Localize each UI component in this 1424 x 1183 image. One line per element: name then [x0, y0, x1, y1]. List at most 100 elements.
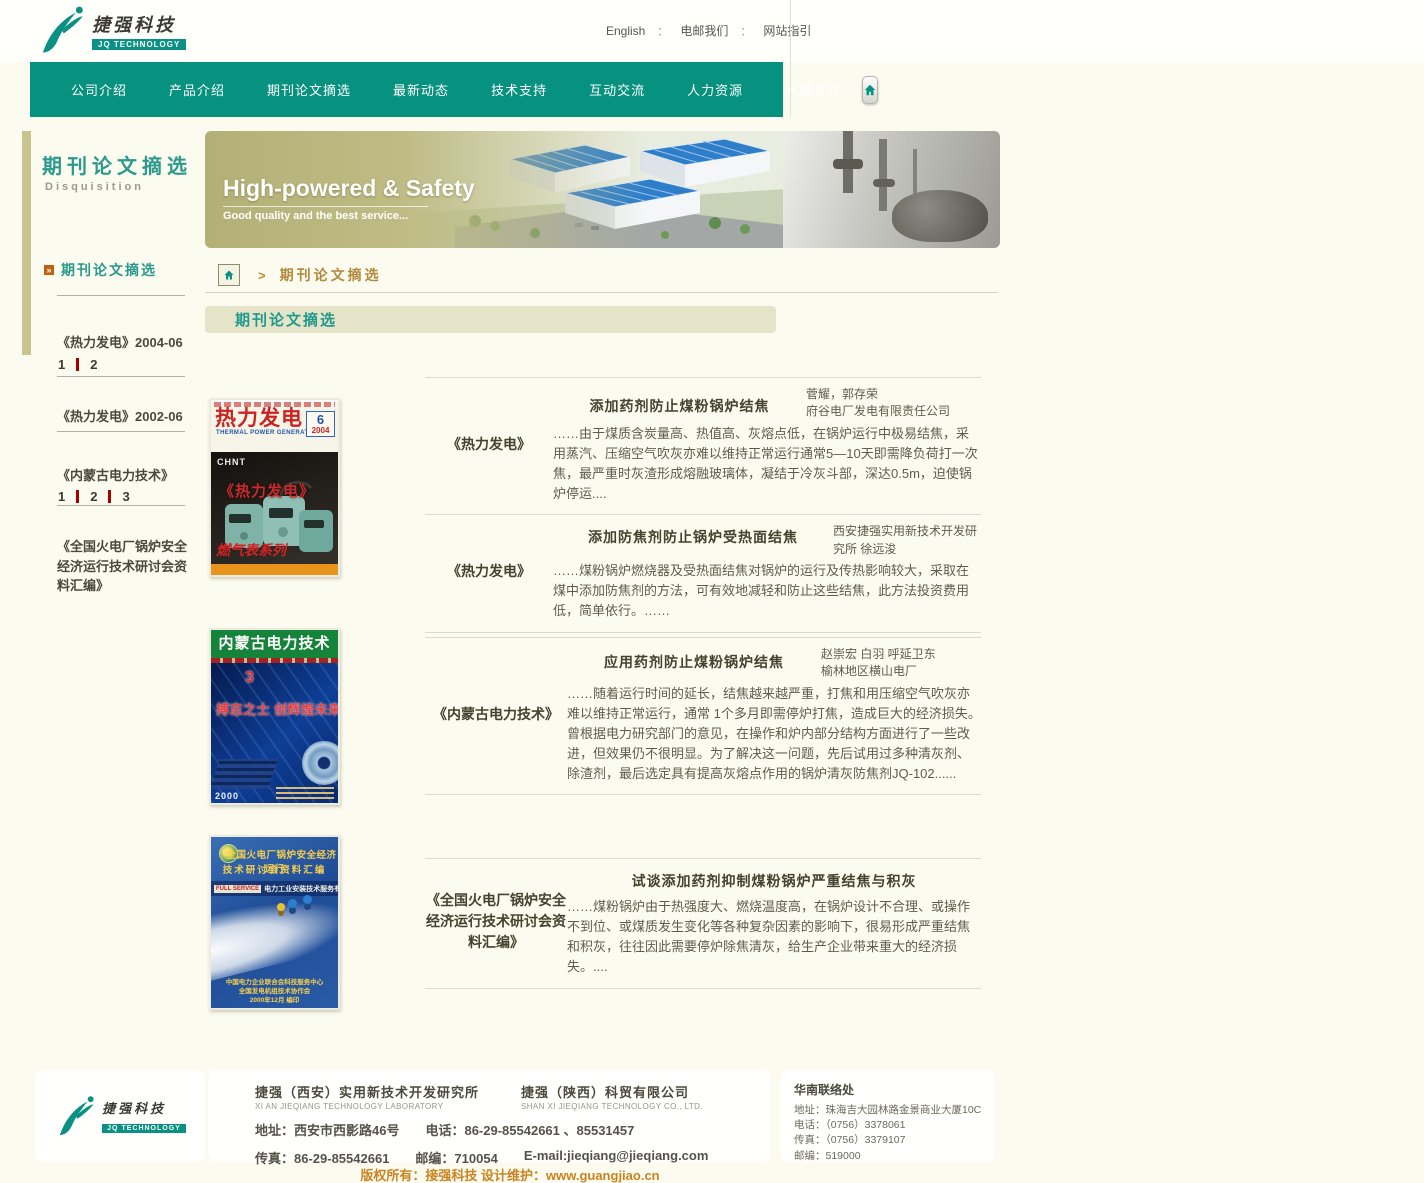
nav-item-news[interactable]: 最新动态	[372, 80, 470, 99]
cover-footer-line: 2000年12月 编印	[211, 994, 338, 1004]
designer-site-link[interactable]: www.guangjiao.cn	[546, 1168, 660, 1183]
nav-item-journal-digest[interactable]: 期刊论文摘选	[246, 80, 372, 99]
banner-text: High-powered & Safety Good quality and t…	[223, 175, 475, 222]
article-row: 《内蒙古电力技术》 应用药剂防止煤粉锅炉结焦 赵崇宏 白羽 呼延卫东 榆林地区横…	[425, 637, 981, 795]
top-links: English ： 电邮我们 ： 网站指引	[606, 22, 811, 39]
nav-item-company-intro[interactable]: 公司介绍	[50, 80, 148, 99]
author-line: 菅耀，郭存荣	[806, 386, 981, 403]
hero-banner: High-powered & Safety Good quality and t…	[205, 131, 1000, 248]
article-title: 添加药剂防止煤粉锅炉结焦	[553, 384, 806, 416]
page-link-2[interactable]: 2	[90, 357, 97, 372]
sidebar-divider	[57, 376, 185, 377]
footer-org2: 捷强（陕西）科贸有限公司 SHAN XI JIEQIANG TECHNOLOGY…	[521, 1082, 703, 1111]
org-name-cn: 捷强（陕西）科贸有限公司	[521, 1082, 703, 1101]
sidebar-title: 期刊论文摘选	[42, 150, 192, 179]
page: 捷强科技 JQ TECHNOLOGY English ： 电邮我们 ： 网站指引…	[0, 0, 1424, 1183]
article-abstract: ……煤粉锅炉燃烧器及受热面结焦对锅炉的运行及传热影响较大，采取在煤中添加防焦剂的…	[553, 561, 981, 621]
article-list-proceedings: 《全国火电厂锅炉安全经济运行技术研讨会资料汇编》 试谈添加药剂抑制煤粉锅炉严重结…	[425, 858, 981, 989]
article-row: 《热力发电》 添加药剂防止煤粉锅炉结焦 菅耀，郭存荣 府谷电厂发电有限责任公司 …	[425, 377, 981, 514]
header-divider	[790, 0, 791, 117]
copyright-text: 版权所有：接强科技 设计维护：	[360, 1168, 546, 1183]
worker-figure	[303, 895, 312, 904]
journal-name: 《热力发电》	[425, 384, 553, 504]
author-line: 赵崇宏 白羽 呼延卫东	[821, 646, 981, 663]
nav-item-hr[interactable]: 人力资源	[666, 80, 764, 99]
sidebar-journal-relifadian-2002[interactable]: 《热力发电》2002-06	[57, 407, 191, 427]
section-title: 期刊论文摘选	[235, 309, 337, 330]
org-name-en: XI AN JIEQIANG TECHNOLOGY LABORATORY	[255, 1102, 479, 1111]
nav-item-agency[interactable]: 代理合作	[764, 80, 862, 99]
article-row: 《全国火电厂锅炉安全经济运行技术研讨会资料汇编》 试谈添加药剂抑制煤粉锅炉严重结…	[425, 858, 981, 989]
sidebar-subtitle: Disquisition	[45, 181, 144, 193]
journal-name: 《全国火电厂锅炉安全经济运行技术研讨会资料汇编》	[425, 865, 567, 978]
steam-spray-photo	[209, 883, 340, 986]
journal-name: 《内蒙古电力技术》	[425, 644, 567, 784]
org-name-cn: 捷强（西安）实用新技术开发研究所	[255, 1082, 479, 1101]
sidebar-journal-relifadian-2004[interactable]: 《热力发电》2004-06	[57, 333, 191, 353]
sidebar-journal-neimenggu[interactable]: 《内蒙古电力技术》	[57, 466, 191, 486]
sidebar-accent-bar	[22, 131, 31, 355]
article-authors: 赵崇宏 白羽 呼延卫东 榆林地区横山电厂	[821, 644, 981, 681]
footer-logo-text-cn: 捷强科技	[102, 1098, 186, 1117]
logo-swoosh-icon	[54, 1094, 98, 1138]
header: 捷强科技 JQ TECHNOLOGY English ： 电邮我们 ： 网站指引	[0, 0, 1424, 62]
logo-text-en: JQ TECHNOLOGY	[92, 39, 186, 50]
page-separator	[76, 490, 79, 503]
footer-logo-box: 捷强科技 JQ TECHNOLOGY	[35, 1070, 205, 1162]
breadcrumb-home-button[interactable]	[218, 264, 240, 286]
affiliation-line: 府谷电厂发电有限责任公司	[806, 403, 981, 420]
home-button[interactable]	[862, 76, 878, 104]
banner-title: High-powered & Safety	[223, 175, 475, 202]
breadcrumb-current: 期刊论文摘选	[280, 265, 382, 285]
page-link-2[interactable]: 2	[90, 489, 97, 504]
page-link-1[interactable]: 1	[58, 357, 65, 372]
sidebar-divider	[57, 431, 185, 432]
footer-contact-box: 捷强（西安）实用新技术开发研究所 XI AN JIEQIANG TECHNOLO…	[208, 1070, 770, 1162]
sidebar-pagination: 1 2 3	[58, 489, 130, 504]
sidebar-divider	[57, 505, 185, 506]
link-site-guide[interactable]: 网站指引	[763, 22, 811, 39]
article-title: 试谈添加药剂抑制煤粉锅炉严重结焦与积灰	[567, 865, 981, 891]
south-office-fax: 传真：（0756）3379107	[794, 1133, 995, 1148]
cover-slogan: 搏志之士 创辉煌未来	[216, 699, 338, 718]
sidebar-pagination: 1 2	[58, 357, 97, 372]
org-name-en: SHAN XI JIEQIANG TECHNOLOGY CO., LTD.	[521, 1102, 703, 1111]
cover-issue-number: 3	[245, 669, 254, 687]
link-separator: ：	[740, 23, 751, 39]
worker-figure	[277, 903, 285, 911]
page-link-1[interactable]: 1	[58, 489, 65, 504]
breadcrumb-divider	[205, 292, 998, 293]
journal-cover-neimenggu: 内蒙古电力技术 3 搏志之士 创辉煌未来 2000	[209, 628, 340, 805]
section-title-bar: 期刊论文摘选	[205, 306, 776, 333]
south-office-title: 华南联络处	[794, 1081, 995, 1098]
link-email-us[interactable]: 电邮我们	[680, 22, 728, 39]
sidebar-journal-proceedings[interactable]: 《全国火电厂锅炉安全经济运行技术研讨会资料汇编》	[57, 537, 191, 596]
article-list-thermal-power: 《热力发电》 添加药剂防止煤粉锅炉结焦 菅耀，郭存荣 府谷电厂发电有限责任公司 …	[425, 377, 981, 633]
cover-band-en: FULL SERVICE	[214, 885, 261, 893]
cover-tiny-text-strip	[214, 402, 335, 407]
footer-phone: 电话：86-29-85542661 、85531457	[425, 1120, 634, 1139]
link-english[interactable]: English	[606, 24, 645, 38]
journal-cover-thermal-power: 热力发电 THERMAL POWER GENERATION 6 2004 CHN…	[209, 398, 340, 577]
article-abstract: ……由于煤质含炭量高、热值高、灰熔点低，在锅炉运行中极易结焦，采用蒸汽、压缩空气…	[553, 424, 981, 505]
nav-item-interaction[interactable]: 互动交流	[568, 80, 666, 99]
south-office-zip: 邮编：519000	[794, 1149, 995, 1164]
cover-caption: 燃气表系列	[216, 540, 286, 560]
arrow-bullet-icon: »	[44, 265, 54, 275]
page-separator	[76, 358, 79, 371]
footer-south-office-box: 华南联络处 地址：珠海吉大园林路金景商业大厦10C 电话：（0756）33780…	[780, 1070, 995, 1162]
footer-org1: 捷强（西安）实用新技术开发研究所 XI AN JIEQIANG TECHNOLO…	[255, 1082, 479, 1111]
article-title: 应用药剂防止煤粉锅炉结焦	[567, 644, 821, 672]
sidebar-item-journal-digest[interactable]: » 期刊论文摘选	[44, 260, 157, 280]
nav-item-tech-support[interactable]: 技术支持	[470, 80, 568, 99]
site-logo[interactable]: 捷强科技 JQ TECHNOLOGY	[36, 4, 186, 56]
footer-logo-text-en: JQ TECHNOLOGY	[102, 1124, 186, 1133]
link-separator: ：	[657, 23, 668, 39]
article-list-neimenggu: 《内蒙古电力技术》 应用药剂防止煤粉锅炉结焦 赵崇宏 白羽 呼延卫东 榆林地区横…	[425, 637, 981, 795]
page-link-3[interactable]: 3	[122, 489, 129, 504]
cover-footer-strip	[211, 564, 338, 577]
worker-figure	[288, 899, 297, 908]
home-icon	[223, 269, 235, 281]
nav-item-products[interactable]: 产品介绍	[148, 80, 246, 99]
cover-masthead: 内蒙古电力技术	[211, 630, 338, 658]
